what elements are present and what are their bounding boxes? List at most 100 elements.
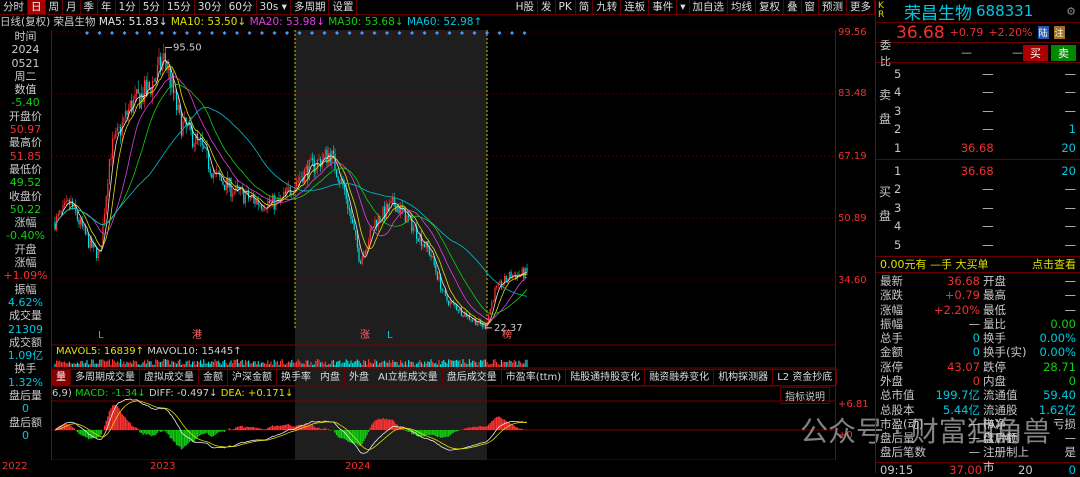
- gear-icon[interactable]: ⚙: [1066, 5, 1076, 18]
- book-level[interactable]: 3 — —: [876, 102, 1080, 120]
- volume-bar: [105, 361, 107, 367]
- volume-bar: [486, 361, 488, 367]
- tool-0[interactable]: H股: [513, 0, 538, 14]
- period-1[interactable]: 日: [28, 0, 46, 14]
- volume-bar: [489, 363, 491, 367]
- period-4[interactable]: 季: [81, 0, 98, 14]
- big-order-text: 0.00元有 —手 大买单: [880, 257, 989, 271]
- price-tick: 34.60: [838, 275, 867, 286]
- tool-12[interactable]: 窗: [802, 0, 819, 14]
- indicator-tab[interactable]: 陆股通持股变化: [566, 370, 646, 385]
- book-level[interactable]: 2 — —: [876, 180, 1080, 198]
- tool-5[interactable]: 连板: [621, 0, 650, 14]
- volume-bar: [512, 362, 514, 367]
- candle: [265, 209, 267, 210]
- tool-7[interactable]: ▾: [677, 0, 690, 14]
- book-level[interactable]: 4 — —: [876, 83, 1080, 101]
- volume-bar: [500, 359, 502, 367]
- candle: [435, 265, 437, 272]
- volume-bar: [267, 360, 269, 367]
- indicator-tab[interactable]: 盘后成交量: [443, 370, 502, 385]
- indicator-tab[interactable]: 内盘: [316, 370, 345, 385]
- tool-2[interactable]: PK: [556, 0, 576, 14]
- sell-button[interactable]: 卖: [1051, 44, 1076, 61]
- tool-1[interactable]: 发: [538, 0, 556, 14]
- candle: [244, 194, 246, 204]
- tool-13[interactable]: 预测: [819, 0, 847, 14]
- candle: [374, 220, 376, 228]
- period-10[interactable]: 60分: [226, 0, 257, 14]
- period-11[interactable]: 30s ▾: [257, 0, 291, 14]
- period-12[interactable]: 多周期: [291, 0, 330, 14]
- candle: [430, 254, 432, 257]
- volume-bar: [100, 359, 102, 367]
- book-level[interactable]: 2 — 1: [876, 120, 1080, 138]
- tool-8[interactable]: 加自选: [690, 0, 728, 14]
- tool-10[interactable]: 复权: [756, 0, 784, 14]
- indicator-tab[interactable]: 融资融券变化: [645, 370, 715, 385]
- volume-bar: [260, 362, 262, 367]
- period-9[interactable]: 30分: [195, 0, 226, 14]
- level: 5: [894, 237, 902, 252]
- book-level[interactable]: 4 — —: [876, 217, 1080, 235]
- period-2[interactable]: 周: [46, 0, 63, 14]
- volume-bar: [281, 359, 283, 367]
- ma10-value: MA10: 53.50↓: [170, 16, 247, 28]
- last-price: 36.68: [896, 22, 945, 43]
- period-6[interactable]: 1分: [116, 0, 140, 14]
- book-level[interactable]: 1 36.68 20: [876, 139, 1080, 157]
- indicator-tab[interactable]: 金额: [199, 370, 228, 385]
- stat-value: 0: [1068, 373, 1076, 388]
- candle: [211, 173, 213, 179]
- book-level[interactable]: 1 36.68 20: [876, 162, 1080, 180]
- candle: [116, 127, 118, 132]
- indicator-tab[interactable]: 量: [52, 370, 71, 385]
- volume-bar: [443, 359, 445, 367]
- period-7[interactable]: 5分: [140, 0, 164, 14]
- period-3[interactable]: 月: [63, 0, 81, 14]
- candle: [329, 153, 331, 163]
- indicator-help-button[interactable]: 指标说明: [780, 387, 830, 404]
- volume-bar: [390, 362, 392, 367]
- book-level[interactable]: 5 — —: [876, 65, 1080, 83]
- level: 1: [894, 140, 902, 155]
- indicator-tab[interactable]: 多周期成交量: [71, 370, 140, 385]
- tool-14[interactable]: 更多: [847, 0, 875, 14]
- indicator-tab[interactable]: 外盘: [345, 370, 374, 385]
- tool-9[interactable]: 均线: [728, 0, 756, 14]
- period-0[interactable]: 分时: [0, 0, 28, 14]
- period-8[interactable]: 15分: [164, 0, 195, 14]
- volume-bar: [526, 359, 528, 367]
- candle: [348, 208, 350, 211]
- book-level[interactable]: 3 — —: [876, 199, 1080, 217]
- candle: [496, 285, 498, 288]
- volume-bar: [176, 363, 178, 367]
- tool-4[interactable]: 九转: [593, 0, 622, 14]
- volume-bar: [224, 359, 226, 367]
- tool-6[interactable]: 事件: [649, 0, 678, 14]
- big-order-link[interactable]: 点击查看: [1032, 257, 1076, 272]
- tool-3[interactable]: 简: [576, 0, 594, 14]
- indicator-tab[interactable]: 机构探测器: [714, 370, 774, 385]
- candle: [232, 193, 234, 197]
- indicator-tab[interactable]: 沪深金额: [228, 370, 277, 385]
- book-level[interactable]: 5 — —: [876, 236, 1080, 254]
- volume-bar: [473, 360, 475, 367]
- indicator-tab[interactable]: 市盈率(ttm): [502, 370, 567, 385]
- candle: [80, 219, 82, 225]
- period-5[interactable]: 年: [98, 0, 116, 14]
- volume-bar: [444, 361, 446, 367]
- book-volume: —: [1064, 219, 1076, 234]
- volume-bar: [147, 359, 149, 367]
- period-13[interactable]: 设置: [329, 0, 358, 14]
- info-line: +1.09%: [3, 269, 48, 283]
- macd-value: MACD: -1.34↓: [75, 388, 146, 399]
- tool-11[interactable]: 叠: [784, 0, 802, 14]
- buy-button[interactable]: 买: [1023, 44, 1048, 61]
- info-line: 49.52: [9, 176, 42, 190]
- volume-bar: [403, 364, 405, 367]
- indicator-tab[interactable]: L2 资金抄底: [773, 370, 838, 385]
- indicator-tab[interactable]: 换手率: [277, 370, 316, 385]
- indicator-tab[interactable]: AI立桩成交量: [374, 370, 443, 385]
- indicator-tab[interactable]: 虚拟成交量: [140, 370, 199, 385]
